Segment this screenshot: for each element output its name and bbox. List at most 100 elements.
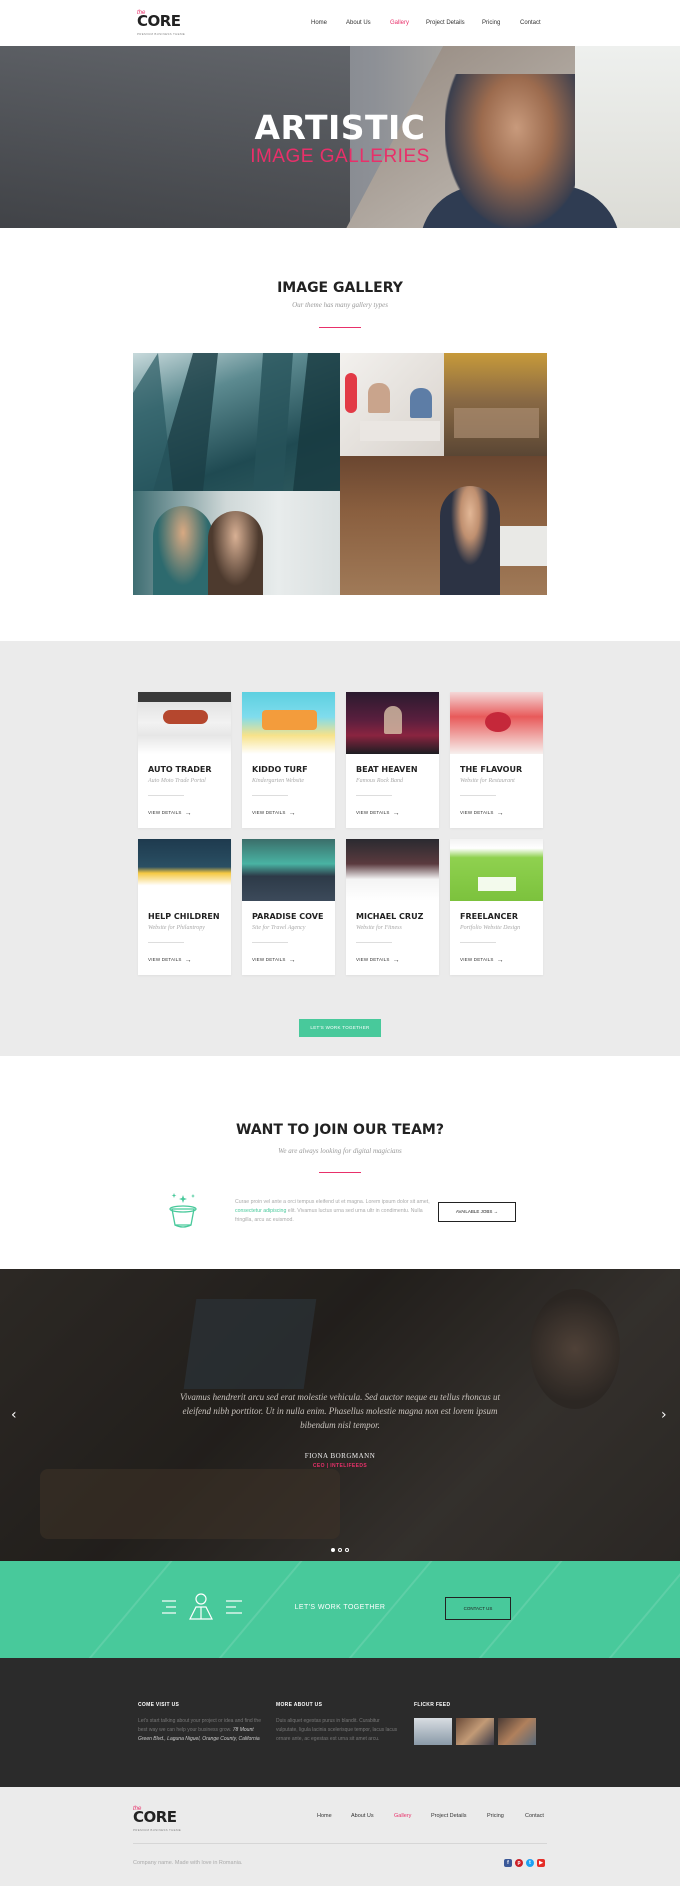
card-title: PARADISE COVE [252, 912, 324, 921]
footer-nav-home[interactable]: Home [317, 1813, 332, 1819]
card-subtitle: Auto Moto Trade Portal [148, 778, 206, 784]
footer-nav-gallery[interactable]: Gallery [394, 1813, 411, 1819]
view-details-link[interactable]: VIEW DETAILS → [148, 809, 192, 817]
arrow-right-icon: → [288, 957, 296, 964]
thumb-dessert [485, 712, 511, 732]
join-text-link[interactable]: consectetur adipiscing [235, 1208, 286, 1214]
card-thumbnail [346, 839, 439, 901]
portfolio-card[interactable]: FREELANCER Portfolio Website Design VIEW… [450, 839, 543, 975]
chevron-right-icon[interactable]: › [661, 1407, 667, 1423]
portfolio-card[interactable]: MICHAEL CRUZ Website for Fitness VIEW DE… [346, 839, 439, 975]
nav-item-pricing[interactable]: Pricing [482, 20, 500, 26]
view-details-label: VIEW DETAILS [460, 957, 494, 962]
flickr-thumb[interactable] [456, 1718, 494, 1745]
gallery-image-couple[interactable] [133, 491, 340, 595]
testimonial-quote: Vivamus hendrerit arcu sed erat molestie… [180, 1392, 500, 1430]
gallery-image-city[interactable] [133, 353, 340, 491]
person-shape [440, 486, 500, 595]
flickr-thumb[interactable] [498, 1718, 536, 1745]
card-title: BEAT HEAVEN [356, 765, 418, 774]
contact-us-button[interactable]: CONTACT US [445, 1597, 511, 1620]
magic-hat-icon [169, 1193, 197, 1228]
desk-shape [360, 421, 440, 441]
flickr-thumb[interactable] [414, 1718, 452, 1745]
cta-stripe [575, 1561, 680, 1658]
portfolio-card[interactable]: HELP CHILDREN Website for Philantropy VI… [138, 839, 231, 975]
join-subtitle: We are always looking for digital magici… [278, 1147, 402, 1155]
footer-nav-about[interactable]: About Us [351, 1813, 374, 1819]
view-details-link[interactable]: VIEW DETAILS → [460, 809, 504, 817]
pinterest-icon[interactable]: p [515, 1859, 523, 1867]
footer-nav-contact[interactable]: Contact [525, 1813, 544, 1819]
join-text-part: Curae proin vel ante a orci tempus eleif… [235, 1199, 430, 1205]
youtube-icon[interactable]: ▶ [537, 1859, 545, 1867]
logo-prefix: the [133, 1806, 142, 1812]
nav-item-contact[interactable]: Contact [520, 20, 541, 26]
cta-banner: LET'S WORK TOGETHER CONTACT US [0, 1561, 680, 1658]
arrow-right-icon: → [392, 957, 400, 964]
slider-dot[interactable] [331, 1548, 335, 1552]
thumb-panel [478, 877, 516, 891]
slider-dot[interactable] [338, 1548, 342, 1552]
nav-item-home[interactable]: Home [311, 20, 327, 26]
slider-dot[interactable] [345, 1548, 349, 1552]
cta-text: LET'S WORK TOGETHER [294, 1604, 386, 1611]
card-subtitle: Famous Rock Band [356, 778, 403, 784]
footer-nav-project-details[interactable]: Project Details [431, 1813, 466, 1819]
section-connector [133, 1056, 547, 1084]
view-details-link[interactable]: VIEW DETAILS → [460, 956, 504, 964]
testimonial-author: FIONA BORGMANN [304, 1452, 376, 1460]
view-details-link[interactable]: VIEW DETAILS → [356, 809, 400, 817]
card-title: MICHAEL CRUZ [356, 912, 424, 921]
person-shape-2 [208, 511, 263, 595]
portfolio-card[interactable]: AUTO TRADER Auto Moto Trade Portal VIEW … [138, 692, 231, 828]
logo-tagline: PREMIUM BUSINESS THEME [133, 1828, 182, 1832]
copyright: Company name. Made with love in Romania. [133, 1860, 243, 1866]
footer-nav-pricing[interactable]: Pricing [487, 1813, 504, 1819]
view-details-link[interactable]: VIEW DETAILS → [148, 956, 192, 964]
card-divider [356, 942, 392, 943]
logo-tagline: PREMIUM BUSINESS THEME [137, 32, 186, 36]
person-shape-2 [410, 388, 432, 418]
chevron-left-icon[interactable]: ‹ [11, 1407, 17, 1423]
arrow-right-icon: → [496, 810, 504, 817]
portfolio-card[interactable]: KIDDO TURF Kindergarten Website VIEW DET… [242, 692, 335, 828]
portfolio-section [0, 641, 680, 1056]
card-title: FREELANCER [460, 912, 519, 921]
view-details-label: VIEW DETAILS [460, 810, 494, 815]
card-divider [460, 795, 496, 796]
gallery-image-laptops[interactable] [340, 353, 444, 456]
card-thumbnail [450, 839, 543, 901]
view-details-link[interactable]: VIEW DETAILS → [356, 956, 400, 964]
view-details-link[interactable]: VIEW DETAILS → [252, 809, 296, 817]
city-buildings-graphic [133, 353, 340, 491]
footer-logo[interactable]: the CORE PREMIUM BUSINESS THEME [133, 1806, 182, 1832]
card-subtitle: Portfolio Website Design [460, 925, 521, 931]
arrow-right-icon: → [184, 957, 192, 964]
thumb-singer [384, 706, 402, 734]
footer-visit-title: COME VISIT US [138, 1702, 180, 1708]
portfolio-card[interactable]: PARADISE COVE Site for Travel Agency VIE… [242, 839, 335, 975]
logo[interactable]: the CORE PREMIUM BUSINESS THEME [137, 10, 186, 36]
card-divider [252, 795, 288, 796]
card-title: AUTO TRADER [148, 765, 212, 774]
view-details-label: VIEW DETAILS [148, 810, 182, 815]
table-shape [454, 408, 539, 438]
footer-about-title: MORE ABOUT US [276, 1702, 323, 1708]
nav-item-about[interactable]: About Us [346, 20, 371, 26]
card-thumbnail [138, 839, 231, 901]
nav-item-gallery[interactable]: Gallery [390, 20, 409, 26]
twitter-icon[interactable]: t [526, 1859, 534, 1867]
join-title: WANT TO JOIN OUR TEAM? [236, 1122, 444, 1138]
available-jobs-button[interactable]: AVAILABLE JOBS → [438, 1202, 516, 1222]
gallery-image-office[interactable] [444, 353, 547, 456]
card-thumbnail [242, 839, 335, 901]
view-details-link[interactable]: VIEW DETAILS → [252, 956, 296, 964]
portfolio-card[interactable]: BEAT HEAVEN Famous Rock Band VIEW DETAIL… [346, 692, 439, 828]
site-header: the CORE PREMIUM BUSINESS THEME Home Abo… [0, 0, 680, 46]
portfolio-card[interactable]: THE FLAVOUR Website for Restaurant VIEW … [450, 692, 543, 828]
lets-work-together-button[interactable]: LET'S WORK TOGETHER [299, 1019, 381, 1037]
nav-item-project-details[interactable]: Project Details [426, 20, 465, 26]
facebook-icon[interactable]: f [504, 1859, 512, 1867]
gallery-image-man-phone[interactable] [340, 456, 547, 595]
